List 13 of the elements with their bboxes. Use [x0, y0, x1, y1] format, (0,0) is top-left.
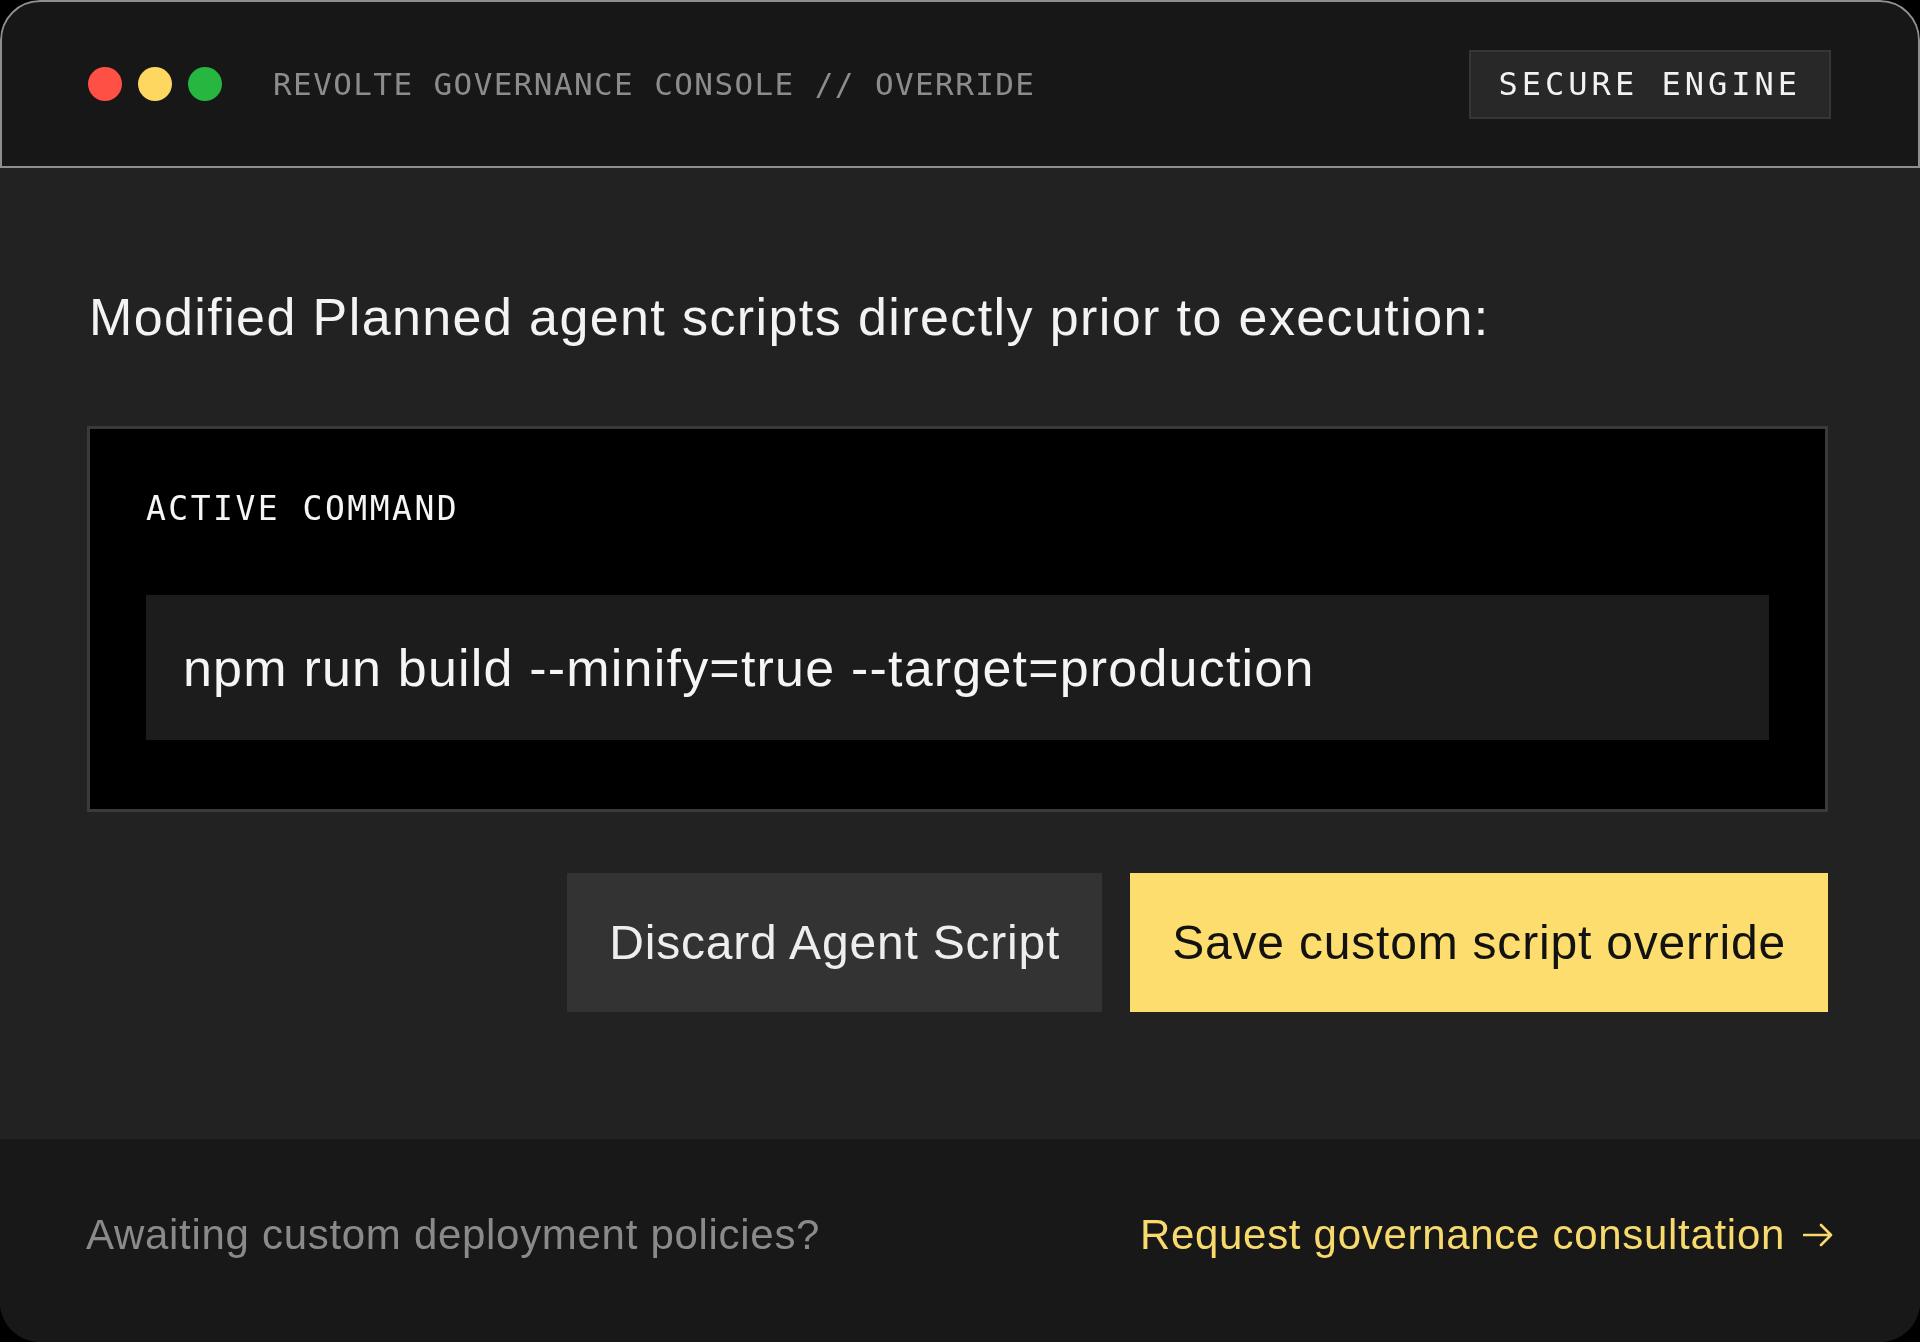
discard-button[interactable]: Discard Agent Script — [567, 873, 1103, 1012]
footer-text: Awaiting custom deployment policies? — [86, 1210, 821, 1259]
window-control-icon[interactable] — [138, 67, 172, 101]
page-heading: Modified Planned agent scripts directly prior to execution: — [89, 287, 1491, 347]
save-button[interactable]: Save custom script override — [1130, 873, 1828, 1012]
consultation-link[interactable]: Request governance consultation — [1139, 1210, 1833, 1259]
window-title: REVOLTE GOVERNANCE CONSOLE // OVERRIDE — [273, 66, 1036, 102]
window-control-icon[interactable] — [188, 67, 222, 101]
command-code: npm run build --minify=true --target=production — [146, 595, 1769, 740]
status-badge: SECURE ENGINE — [1468, 49, 1831, 119]
section-label: ACTIVE COMMAND — [146, 489, 461, 529]
arrow-icon — [1803, 1222, 1833, 1247]
window-control-icon[interactable] — [88, 67, 122, 101]
